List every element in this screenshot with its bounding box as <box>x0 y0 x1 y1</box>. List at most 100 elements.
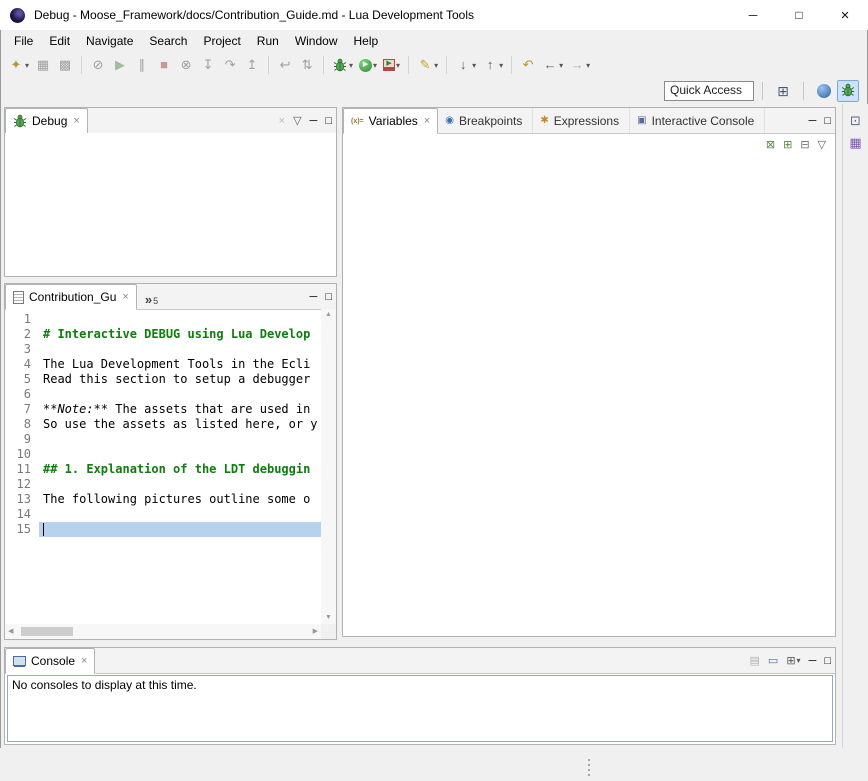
use-step-filters-button[interactable]: ⇅ <box>297 55 317 75</box>
dropdown-arrow-icon[interactable]: ▾ <box>396 61 400 70</box>
scroll-right-icon[interactable]: ▶ <box>313 628 318 636</box>
line-content[interactable] <box>39 507 321 522</box>
line-content[interactable]: The Lua Development Tools in the Ecli <box>39 357 321 372</box>
ldt-perspective-button[interactable] <box>813 80 835 102</box>
view-menu-button[interactable]: ▽ <box>818 138 826 152</box>
menu-edit[interactable]: Edit <box>41 31 78 51</box>
new-wizard-button[interactable]: ✦▾ <box>6 55 31 75</box>
external-tools-button[interactable]: ▶▾ <box>381 57 402 73</box>
dropdown-arrow-icon[interactable]: ▾ <box>25 61 29 70</box>
tab-debug[interactable]: Debug × <box>5 108 88 134</box>
tab-variables[interactable]: (x)=Variables× <box>343 108 438 134</box>
show-type-names-button[interactable]: ⊠ <box>766 138 775 152</box>
line-content[interactable]: The following pictures outline some o <box>39 492 321 507</box>
dropdown-arrow-icon[interactable]: ▾ <box>349 61 353 70</box>
save-button[interactable]: ▦ <box>33 55 53 75</box>
dropdown-arrow-icon[interactable]: ▾ <box>434 61 438 70</box>
dropdown-arrow-icon[interactable]: ▾ <box>586 61 590 70</box>
minimize-button[interactable]: ─ <box>809 654 817 668</box>
view-menu-button[interactable]: ▽ <box>293 114 301 128</box>
scroll-left-icon[interactable]: ◀ <box>8 628 13 636</box>
collapse-all-button[interactable]: ⊟ <box>800 138 809 152</box>
scrollbar-thumb[interactable] <box>21 627 73 636</box>
close-icon[interactable]: × <box>81 655 87 667</box>
sash-handle[interactable] <box>588 757 590 777</box>
terminate-button[interactable]: ■ <box>154 55 174 75</box>
line-content[interactable]: # Interactive DEBUG using Lua Develop <box>39 327 321 342</box>
quick-access-box[interactable]: Quick Access <box>664 81 754 101</box>
maximize-window-button[interactable]: □ <box>776 0 822 30</box>
line-content[interactable] <box>39 477 321 492</box>
maximize-button[interactable]: □ <box>824 654 831 668</box>
menu-project[interactable]: Project <box>195 31 248 51</box>
suspend-button[interactable]: ∥ <box>132 55 152 75</box>
last-edit-location-button[interactable]: ↶ <box>518 55 538 75</box>
menu-navigate[interactable]: Navigate <box>78 31 141 51</box>
skip-breakpoints-button[interactable]: ⊘ <box>88 55 108 75</box>
line-content[interactable] <box>39 432 321 447</box>
dropdown-arrow-icon[interactable]: ▾ <box>499 61 503 70</box>
mark-occurrences-button[interactable]: ✎▾ <box>415 55 440 75</box>
titlebar[interactable]: Debug - Moose_Framework/docs/Contributio… <box>0 0 868 30</box>
display-selected-console-button[interactable]: ▭ <box>768 654 778 668</box>
debug-perspective-button[interactable] <box>837 80 859 102</box>
previous-annotation-button[interactable]: ↑▾ <box>480 55 505 75</box>
step-over-button[interactable]: ↷ <box>220 55 240 75</box>
close-window-button[interactable]: × <box>822 0 868 30</box>
outline-view-button[interactable]: ▦ <box>849 136 861 150</box>
restore-view-button[interactable]: ⊡ <box>850 114 861 128</box>
line-content[interactable]: So use the assets as listed here, or y <box>39 417 321 432</box>
vertical-scrollbar[interactable]: ▲ ▼ <box>321 309 336 624</box>
forward-button[interactable]: →▾ <box>567 55 592 75</box>
run-button[interactable]: ▶▾ <box>357 57 379 74</box>
scroll-up-icon[interactable]: ▲ <box>325 311 332 319</box>
menu-search[interactable]: Search <box>141 31 195 51</box>
minimize-button[interactable]: ─ <box>310 290 318 304</box>
editor-tab-overflow[interactable]: »5 <box>137 284 162 309</box>
debug-tree[interactable] <box>5 133 336 276</box>
menu-run[interactable]: Run <box>249 31 287 51</box>
line-content[interactable] <box>39 342 321 357</box>
maximize-button[interactable]: □ <box>325 290 332 304</box>
open-console-page-button[interactable]: ▤ <box>750 654 760 668</box>
line-content[interactable] <box>39 387 321 402</box>
tab-expressions[interactable]: ✱Expressions <box>533 108 630 133</box>
remove-terminated-button[interactable]: × <box>279 114 285 128</box>
debug-button[interactable]: ▾ <box>330 55 355 75</box>
dropdown-arrow-icon[interactable]: ▾ <box>559 61 563 70</box>
console-viewer[interactable]: No consoles to display at this time. <box>7 675 833 742</box>
menu-help[interactable]: Help <box>346 31 387 51</box>
maximize-button[interactable]: □ <box>325 114 332 128</box>
minimize-button[interactable]: ─ <box>809 114 817 128</box>
menu-file[interactable]: File <box>6 31 41 51</box>
open-console-button[interactable]: ⊞▾ <box>786 654 800 668</box>
line-content[interactable]: Read this section to setup a debugger <box>39 372 321 387</box>
back-button[interactable]: ←▾ <box>540 55 565 75</box>
close-icon[interactable]: × <box>122 291 128 303</box>
horizontal-scrollbar[interactable]: ◀ ▶ <box>5 624 321 639</box>
scroll-down-icon[interactable]: ▼ <box>325 614 332 622</box>
open-perspective-button[interactable]: ⊞ <box>772 80 794 102</box>
tab-contribution-guide[interactable]: Contribution_Gu × <box>5 284 137 310</box>
dropdown-arrow-icon[interactable]: ▾ <box>472 61 476 70</box>
line-content[interactable]: **Note:** The assets that are used in <box>39 402 321 417</box>
drop-to-frame-button[interactable]: ↩ <box>275 55 295 75</box>
editor-text-area[interactable]: 12# Interactive DEBUG using Lua Develop3… <box>5 309 321 624</box>
menu-window[interactable]: Window <box>287 31 346 51</box>
resume-button[interactable]: ▶ <box>110 55 130 75</box>
minimize-button[interactable]: ─ <box>310 114 318 128</box>
close-icon[interactable]: × <box>73 115 79 127</box>
variables-tree[interactable] <box>343 157 835 636</box>
dropdown-arrow-icon[interactable]: ▾ <box>373 61 377 70</box>
maximize-button[interactable]: □ <box>824 114 831 128</box>
step-return-button[interactable]: ↥ <box>242 55 262 75</box>
save-all-button[interactable]: ▩ <box>55 55 75 75</box>
step-into-button[interactable]: ↧ <box>198 55 218 75</box>
line-content[interactable] <box>39 312 321 327</box>
line-content[interactable]: ## 1. Explanation of the LDT debuggin <box>39 462 321 477</box>
line-content[interactable] <box>39 522 321 537</box>
minimize-window-button[interactable]: ─ <box>730 0 776 30</box>
line-content[interactable] <box>39 447 321 462</box>
disconnect-button[interactable]: ⊗ <box>176 55 196 75</box>
close-icon[interactable]: × <box>424 115 430 127</box>
